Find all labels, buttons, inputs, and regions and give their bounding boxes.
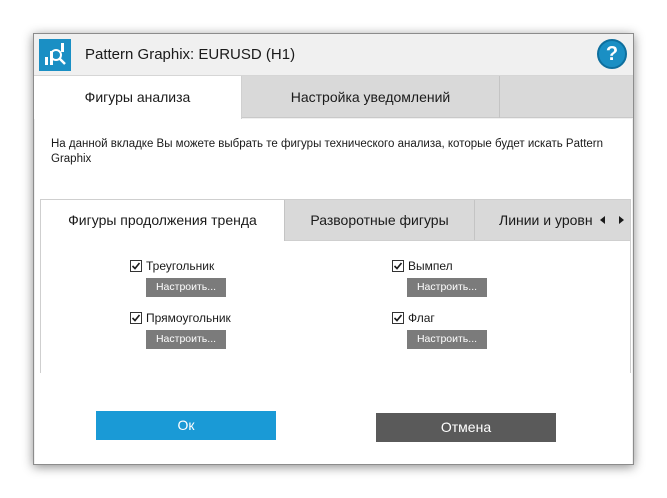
checkmark-icon [393, 314, 403, 322]
checkmark-icon [131, 314, 141, 322]
subtab-lines-levels[interactable]: Линии и уровни [475, 200, 593, 240]
pattern-graphix-icon [39, 39, 71, 71]
window-title: Pattern Graphix: EURUSD (H1) [85, 46, 296, 63]
subtab-trend-continuation[interactable]: Фигуры продолжения тренда [41, 200, 285, 241]
arrow-left-icon[interactable] [595, 212, 611, 228]
help-icon[interactable]: ? [597, 39, 627, 69]
checkbox-pennant[interactable] [392, 260, 404, 272]
checkmark-icon [393, 262, 403, 270]
patterns-panel: Треугольник Настроить... Вымпел Настроит… [40, 241, 631, 373]
help-label: ? [605, 43, 619, 65]
subtab-reversal-figures[interactable]: Разворотные фигуры [285, 200, 475, 240]
pattern-label: Прямоугольник [146, 311, 231, 325]
top-tab-bar: Фигуры анализа Настройка уведомлений [34, 76, 633, 119]
ok-button[interactable]: Ок [96, 411, 276, 440]
checkbox-triangle[interactable] [130, 260, 142, 272]
configure-triangle-button[interactable]: Настроить... [146, 278, 226, 297]
configure-rectangle-button[interactable]: Настроить... [146, 330, 226, 349]
tab-figures-analysis[interactable]: Фигуры анализа [34, 76, 242, 119]
sub-tab-bar: Фигуры продолжения тренда Разворотные фи… [40, 199, 631, 241]
dialog-window: Pattern Graphix: EURUSD (H1) ? Фигуры ан… [33, 33, 634, 465]
checkbox-flag[interactable] [392, 312, 404, 324]
configure-flag-button[interactable]: Настроить... [407, 330, 487, 349]
checkbox-rectangle[interactable] [130, 312, 142, 324]
subtab-scroll [595, 212, 627, 228]
tab-description: На данной вкладке Вы можете выбрать те ф… [51, 138, 604, 165]
pattern-label: Вымпел [408, 259, 453, 273]
cancel-button[interactable]: Отмена [376, 413, 556, 442]
tab-notification-settings[interactable]: Настройка уведомлений [242, 76, 500, 118]
pattern-label: Флаг [408, 311, 435, 325]
pattern-label: Треугольник [146, 259, 215, 273]
configure-pennant-button[interactable]: Настроить... [407, 278, 487, 297]
title-bar: Pattern Graphix: EURUSD (H1) ? [34, 34, 633, 76]
checkmark-icon [131, 262, 141, 270]
arrow-right-icon[interactable] [613, 212, 629, 228]
